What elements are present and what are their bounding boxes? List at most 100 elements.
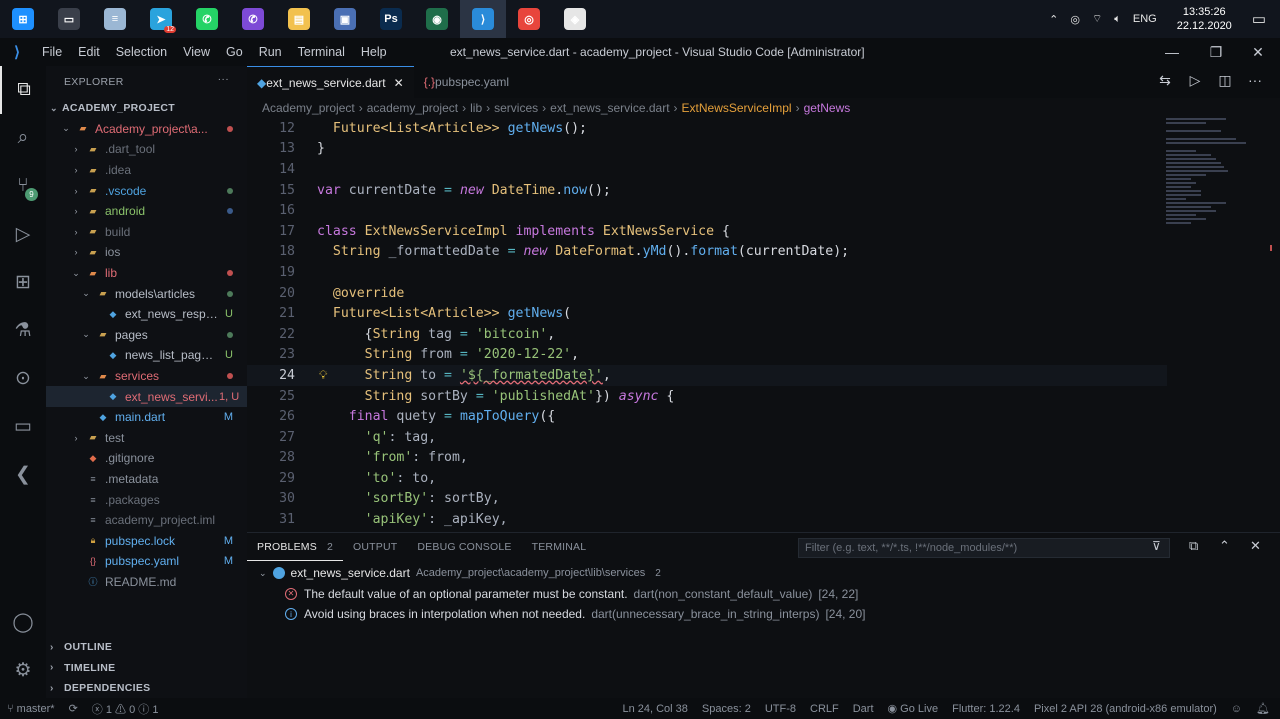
language-indicator[interactable]: ENG — [1127, 13, 1163, 25]
tree-item[interactable]: › ▰ build — [46, 222, 247, 243]
menu-view[interactable]: View — [175, 45, 218, 59]
problems-status[interactable]: ⓧ 1 ⚠ 0 ⓘ 1 — [85, 701, 166, 717]
problem-file-row[interactable]: ⌄ ext_news_service.dart Academy_project\… — [247, 563, 1280, 584]
problems-filter-input[interactable]: Filter (e.g. text, **/*.ts, !**/node_mod… — [798, 538, 1170, 558]
folder-icon[interactable]: ▭ — [0, 402, 46, 450]
notifications-bell-icon[interactable]: 🔔︎ — [1249, 702, 1280, 715]
sync-icon[interactable]: ◎ — [1064, 13, 1086, 26]
close-window-icon[interactable]: ✕ — [1248, 42, 1268, 62]
tree-item[interactable]: 🔒︎ pubspec.lock M — [46, 530, 247, 551]
problem-row[interactable]: i Avoid using braces in interpolation whe… — [247, 604, 1280, 625]
flutter-version[interactable]: Flutter: 1.22.4 — [945, 703, 1027, 715]
settings-gear-icon[interactable]: ⚙ — [0, 646, 46, 694]
notifications-icon[interactable]: ▭ — [1246, 10, 1280, 28]
chevron-up-icon[interactable]: ⌃ — [1043, 13, 1064, 26]
taskbar-app[interactable]: ◎ — [506, 0, 552, 38]
lightbulb-icon[interactable]: 💡︎ — [319, 368, 327, 383]
panel-tab-debug-console[interactable]: DEBUG CONSOLE — [407, 533, 521, 561]
taskbar-app[interactable]: ✆ — [184, 0, 230, 38]
tree-item[interactable]: ⌄ ▰ pages — [46, 325, 247, 346]
explorer-icon[interactable]: ⧉ — [0, 66, 46, 114]
menu-go[interactable]: Go — [218, 45, 251, 59]
menu-file[interactable]: File — [34, 45, 70, 59]
breadcrumb-item[interactable]: ExtNewsServiceImpl — [682, 101, 792, 115]
taskbar-app[interactable]: ◉ — [414, 0, 460, 38]
feedback-icon[interactable]: ☺ — [1224, 703, 1249, 715]
tree-item[interactable]: ≡ .packages — [46, 489, 247, 510]
tree-item[interactable]: › ▰ .idea — [46, 160, 247, 181]
device-selector[interactable]: Pixel 2 API 28 (android-x86 emulator) — [1027, 703, 1224, 715]
flutter-icon[interactable]: ❮ — [0, 450, 46, 498]
tree-item[interactable]: ⓘ README.md — [46, 572, 247, 593]
tree-item[interactable]: ◆ news_list_page.d... U — [46, 345, 247, 366]
cursor-position[interactable]: Ln 24, Col 38 — [615, 703, 694, 715]
compare-icon[interactable]: ⇆ — [1150, 72, 1180, 89]
go-live-button[interactable]: ◉ Go Live — [881, 702, 946, 715]
tree-item[interactable]: ◆ .gitignore — [46, 448, 247, 469]
extensions-icon[interactable]: ⊞ — [0, 258, 46, 306]
section-timeline[interactable]: › TIMELINE — [46, 658, 247, 679]
tab-dart-file[interactable]: ◆ ext_news_service.dart ✕ — [247, 66, 414, 98]
clock[interactable]: 13:35:26 22.12.2020 — [1163, 5, 1246, 33]
breadcrumb-item[interactable]: lib — [470, 101, 482, 115]
collapse-all-icon[interactable]: ⧉ — [1189, 538, 1198, 554]
encoding[interactable]: UTF-8 — [758, 703, 803, 715]
sync-icon[interactable]: ⟳ — [62, 702, 85, 715]
section-outline[interactable]: › OUTLINE — [46, 637, 247, 658]
language-mode[interactable]: Dart — [846, 703, 881, 715]
more-actions-icon[interactable]: ··· — [1240, 72, 1270, 89]
tree-item[interactable]: › ▰ android — [46, 201, 247, 222]
run-icon[interactable]: ▷ — [1180, 72, 1210, 89]
tree-item[interactable]: ◆ ext_news_respo... U — [46, 304, 247, 325]
indentation[interactable]: Spaces: 2 — [695, 703, 758, 715]
source-control-icon[interactable]: ⑂ 9 — [0, 162, 46, 210]
menu-edit[interactable]: Edit — [70, 45, 108, 59]
testing-icon[interactable]: ⚗ — [0, 306, 46, 354]
menu-terminal[interactable]: Terminal — [290, 45, 353, 59]
branch-status[interactable]: ⑂ master* — [0, 703, 62, 715]
tree-item[interactable]: ◆ main.dart M — [46, 407, 247, 428]
taskbar-app[interactable]: ⊞ — [0, 0, 46, 38]
breadcrumb-item[interactable]: getNews — [804, 101, 851, 115]
close-tab-icon[interactable]: ✕ — [394, 76, 404, 90]
tree-item[interactable]: {} pubspec.yaml M — [46, 551, 247, 572]
restore-icon[interactable]: ❐ — [1206, 42, 1226, 62]
menu-selection[interactable]: Selection — [108, 45, 175, 59]
taskbar-app[interactable]: ▭ — [46, 0, 92, 38]
minimize-icon[interactable]: — — [1162, 42, 1182, 62]
tree-item[interactable]: ⌄ ▰ Academy_project\a... — [46, 119, 247, 140]
tree-item[interactable]: ◆ ext_news_servi... 1, U — [46, 386, 247, 407]
tree-item[interactable]: ≡ .metadata — [46, 469, 247, 490]
code-editor[interactable]: 12 Future<List<Article>> getNews(); 13} 14… — [247, 118, 1167, 532]
breadcrumb-item[interactable]: ext_news_service.dart — [550, 101, 669, 115]
menu-help[interactable]: Help — [353, 45, 395, 59]
tree-item[interactable]: › ▰ .vscode — [46, 180, 247, 201]
taskbar-app[interactable]: ➤ 12 — [138, 0, 184, 38]
more-actions-icon[interactable]: ··· — [218, 73, 229, 85]
panel-tab-terminal[interactable]: TERMINAL — [522, 533, 597, 561]
account-icon[interactable]: ◯ — [0, 598, 46, 646]
minimap[interactable] — [1166, 118, 1266, 238]
section-dependencies[interactable]: › DEPENDENCIES — [46, 678, 247, 699]
breadcrumb-item[interactable]: academy_project — [367, 101, 458, 115]
close-panel-icon[interactable]: ✕ — [1250, 538, 1261, 554]
tree-item[interactable]: ⌄ ▰ models\articles — [46, 283, 247, 304]
tree-item[interactable]: ⌄ ▰ lib — [46, 263, 247, 284]
wifi-icon[interactable]: ⌔ — [1086, 12, 1108, 26]
line-ending[interactable]: CRLF — [803, 703, 846, 715]
taskbar-app[interactable]: ⟩ — [460, 0, 506, 38]
panel-tab-output[interactable]: OUTPUT — [343, 533, 407, 561]
taskbar-app[interactable]: ≡ — [92, 0, 138, 38]
volume-icon[interactable]: 🔈︎ — [1108, 13, 1127, 26]
problem-row[interactable]: ✕ The default value of an optional parame… — [247, 584, 1280, 605]
breadcrumb-item[interactable]: services — [494, 101, 538, 115]
tree-item[interactable]: ≡ academy_project.iml — [46, 510, 247, 531]
git-graph-icon[interactable]: ⊙ — [0, 354, 46, 402]
run-debug-icon[interactable]: ▷ — [0, 210, 46, 258]
panel-tab-problems[interactable]: PROBLEMS 2 — [247, 533, 343, 561]
filter-icon[interactable]: ⊽ — [1152, 539, 1161, 553]
taskbar-app[interactable]: Ps — [368, 0, 414, 38]
split-editor-icon[interactable]: ◫ — [1210, 72, 1240, 89]
tree-item[interactable]: › ▰ .dart_tool — [46, 139, 247, 160]
taskbar-app[interactable]: ◈ — [552, 0, 598, 38]
